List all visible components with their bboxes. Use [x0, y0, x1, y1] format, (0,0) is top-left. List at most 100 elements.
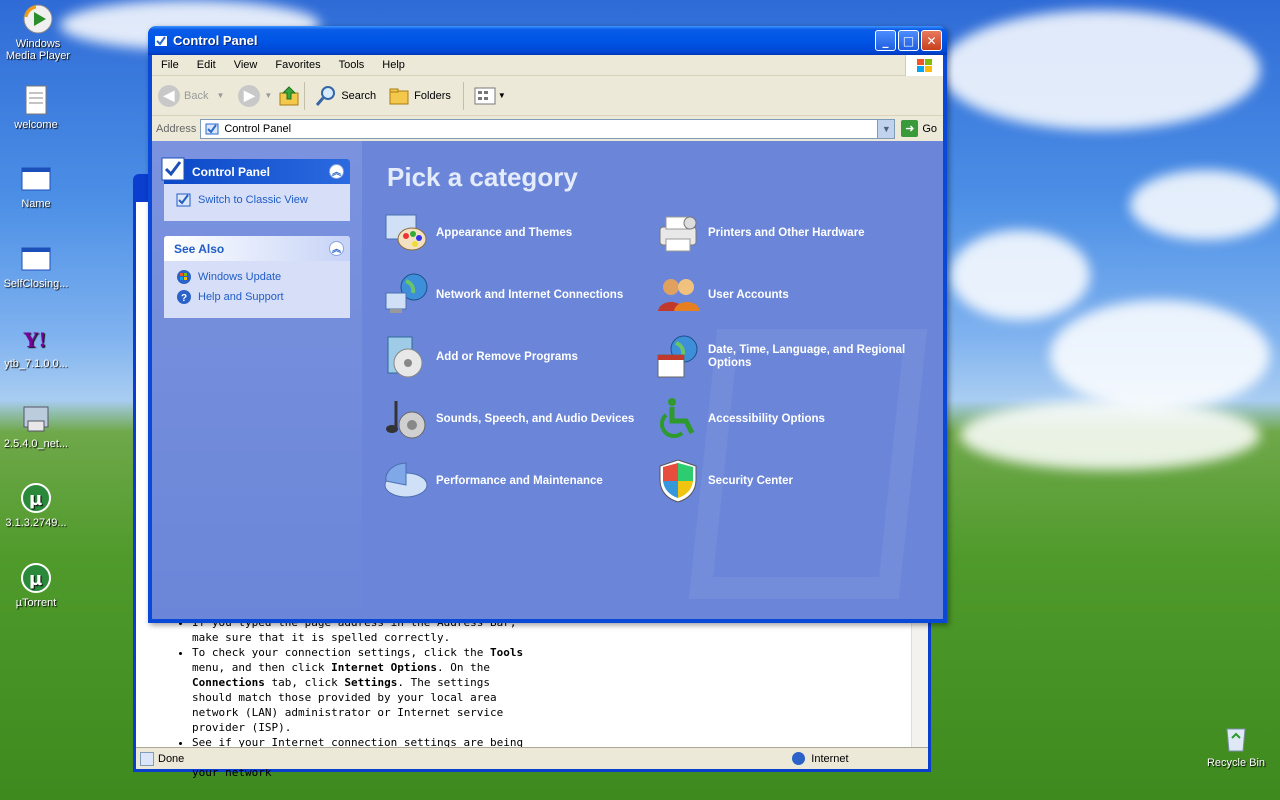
- title-bar[interactable]: Control Panel _ □ ✕: [148, 26, 947, 55]
- menu-file[interactable]: File: [152, 59, 188, 71]
- menu-help[interactable]: Help: [373, 59, 414, 71]
- menu-bar: File Edit View Favorites Tools Help: [152, 55, 943, 76]
- forward-dropdown-icon: ▼: [264, 91, 273, 100]
- utorrent-icon: µ: [21, 563, 51, 593]
- desktop-icon-net[interactable]: 2.5.4.0_net...: [0, 403, 74, 451]
- folders-button[interactable]: Folders: [388, 85, 451, 107]
- category-label: Date, Time, Language, and Regional Optio…: [708, 344, 906, 369]
- search-label: Search: [341, 89, 377, 102]
- views-button[interactable]: ▼: [474, 87, 506, 105]
- views-icon: [474, 87, 496, 104]
- up-folder-icon: [279, 85, 299, 105]
- desktop-icon-name[interactable]: Name: [0, 163, 74, 211]
- control-panel-window[interactable]: Control Panel _ □ ✕ File Edit View Favor…: [148, 26, 947, 623]
- category-user-accounts[interactable]: User Accounts: [654, 271, 789, 319]
- category-network[interactable]: Network and Internet Connections: [382, 271, 623, 319]
- minimize-button[interactable]: _: [875, 30, 896, 51]
- section-body: Windows Update ? Help and Support: [164, 261, 350, 313]
- address-label: Address: [156, 122, 197, 135]
- back-button[interactable]: ◀ Back ▼: [158, 84, 225, 107]
- ie-status-text: Done: [158, 752, 185, 765]
- back-label: Back: [184, 89, 209, 102]
- category-sounds[interactable]: Sounds, Speech, and Audio Devices: [382, 395, 634, 443]
- forward-button[interactable]: ▶ ▼: [238, 84, 273, 107]
- toolbar-separator: [462, 81, 464, 110]
- go-arrow-icon: ➜: [901, 120, 919, 137]
- classic-view-icon: [176, 193, 191, 207]
- desktop-icon-ytb[interactable]: Y! ytb_7.1.0.0...: [0, 323, 74, 371]
- desktop-icon-label: welcome: [14, 119, 58, 131]
- desktop-icon-label: SelfClosing...: [3, 278, 69, 290]
- maximize-button[interactable]: □: [898, 30, 919, 51]
- content-area: Control Panel ︽ Switch to Classic View S…: [152, 141, 943, 619]
- section-title: Control Panel: [192, 164, 271, 179]
- category-security-center[interactable]: Security Center: [654, 457, 793, 505]
- programs-icon: [387, 336, 423, 378]
- ie-bullet-text: To check your connection settings, click…: [192, 646, 484, 659]
- back-arrow-icon: ◀: [158, 84, 180, 107]
- globe-icon: [792, 752, 806, 765]
- menu-tools[interactable]: Tools: [330, 59, 374, 71]
- datetime-icon: [657, 335, 698, 378]
- search-button[interactable]: Search: [315, 85, 376, 107]
- control-panel-section-header[interactable]: Control Panel ︽: [161, 157, 350, 184]
- utorrent-icon: µ: [21, 483, 51, 513]
- control-panel-section: Control Panel ︽ Switch to Classic View: [161, 157, 350, 221]
- svg-text:?: ?: [181, 293, 187, 304]
- users-icon: [658, 279, 700, 311]
- category-performance[interactable]: Performance and Maintenance: [382, 457, 603, 505]
- menu-edit[interactable]: Edit: [188, 59, 225, 71]
- menu-favorites[interactable]: Favorites: [266, 59, 329, 71]
- category-appearance[interactable]: Appearance and Themes: [382, 209, 572, 257]
- category-label: Performance and Maintenance: [436, 474, 603, 487]
- desktop-icon-label: Windows Media Player: [5, 38, 71, 62]
- address-input[interactable]: Control Panel ▼: [200, 118, 896, 139]
- switch-classic-view-link[interactable]: Switch to Classic View: [176, 190, 350, 210]
- desktop-icon-recycle-bin[interactable]: Recycle Bin: [1198, 722, 1274, 770]
- address-dropdown-button[interactable]: ▼: [877, 119, 895, 138]
- category-label: Security Center: [708, 474, 794, 487]
- category-date-time[interactable]: Date, Time, Language, and Regional Optio…: [654, 333, 918, 381]
- views-dropdown-icon: ▼: [497, 91, 506, 100]
- desktop-icon-welcome[interactable]: welcome: [0, 84, 74, 132]
- collapse-chevron-icon[interactable]: ︽: [329, 164, 344, 179]
- sound-icon: [386, 401, 426, 439]
- go-button[interactable]: ➜ Go: [901, 120, 937, 137]
- category-printers[interactable]: Printers and Other Hardware: [654, 209, 865, 257]
- window-title: Control Panel: [173, 33, 258, 48]
- window-icon: [21, 247, 51, 271]
- media-player-icon: [23, 4, 53, 34]
- category-label: Sounds, Speech, and Audio Devices: [436, 412, 635, 425]
- category-add-remove[interactable]: Add or Remove Programs: [382, 333, 578, 381]
- desktop-icon-label: 2.5.4.0_net...: [3, 438, 69, 450]
- svg-text:µ: µ: [29, 489, 42, 510]
- ie-bold-text: Tools: [490, 646, 524, 659]
- category-label: Appearance and Themes: [436, 226, 573, 239]
- back-dropdown-icon: ▼: [216, 91, 225, 100]
- desktop-icon-selfclosing[interactable]: SelfClosing...: [0, 243, 74, 291]
- section-body: Switch to Classic View: [164, 184, 350, 216]
- ie-bold-text: Connections: [192, 676, 265, 689]
- windows-update-link[interactable]: Windows Update: [176, 267, 350, 287]
- see-also-header[interactable]: See Also ︽: [164, 236, 350, 261]
- help-support-link[interactable]: ? Help and Support: [176, 287, 350, 307]
- ie-bullet: To check your connection settings, click…: [192, 645, 536, 735]
- category-label: Network and Internet Connections: [436, 288, 624, 301]
- category-pane: Pick a category Appearance and Themes Pr…: [362, 141, 943, 619]
- collapse-chevron-icon[interactable]: ︽: [329, 241, 344, 256]
- menu-view[interactable]: View: [225, 59, 267, 71]
- desktop-icon-utorrent-installer[interactable]: µ 3.1.3.2749...: [0, 482, 74, 530]
- category-accessibility[interactable]: Accessibility Options: [654, 395, 825, 443]
- ie-bullet-text: menu, and then click: [192, 661, 325, 674]
- link-label: Help and Support: [198, 291, 284, 303]
- installer-icon: [23, 406, 49, 432]
- desktop-icon-label: ytb_7.1.0.0...: [4, 358, 68, 370]
- desktop-icon-wmp[interactable]: Windows Media Player: [0, 3, 76, 62]
- help-icon: ?: [177, 290, 191, 304]
- task-pane: Control Panel ︽ Switch to Classic View S…: [152, 141, 362, 619]
- close-button[interactable]: ✕: [921, 30, 942, 51]
- desktop-icon-utorrent[interactable]: µ µTorrent: [0, 562, 74, 610]
- section-title: See Also: [174, 241, 225, 256]
- up-button[interactable]: [278, 85, 300, 107]
- window-icon: [21, 167, 51, 191]
